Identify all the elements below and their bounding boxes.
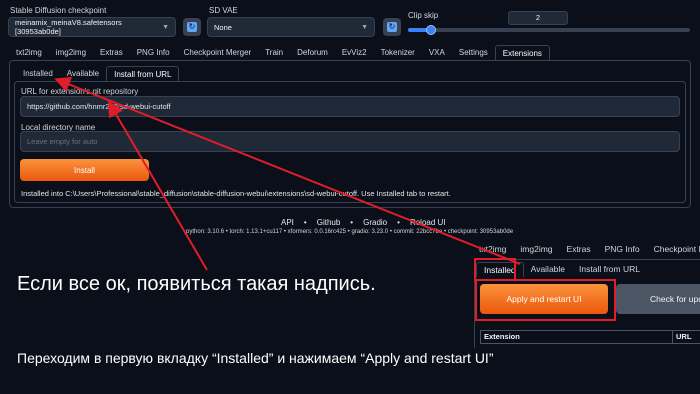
annotation-box-apply-restart	[475, 279, 616, 321]
annotation-arrow-to-installed-tab	[54, 77, 521, 265]
annotation-box-installed	[474, 258, 516, 281]
annotation-arrow-to-message	[107, 100, 208, 271]
annotation-overlay	[54, 77, 616, 321]
